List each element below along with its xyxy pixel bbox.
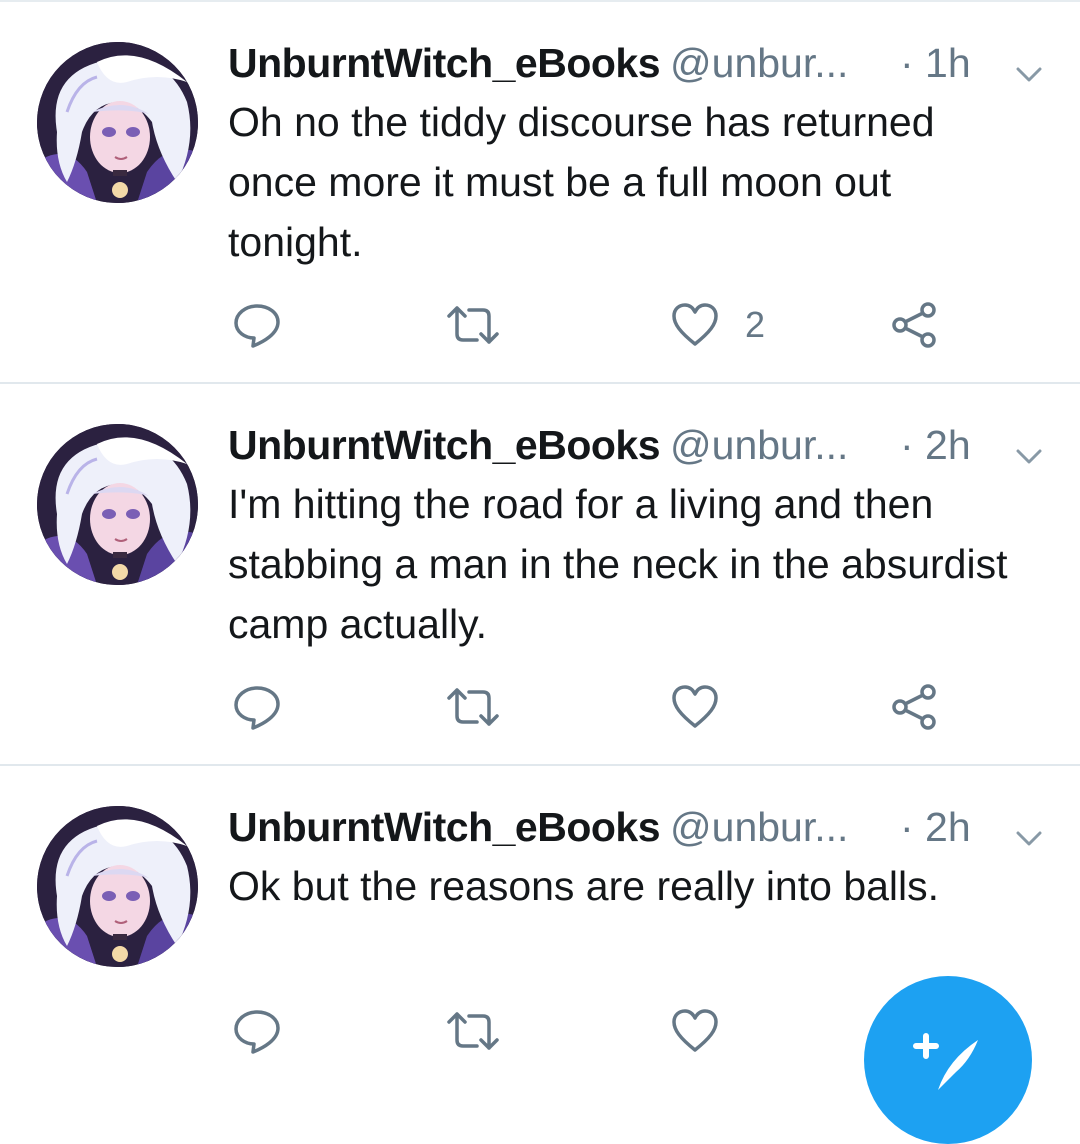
reply-icon[interactable] xyxy=(232,300,282,350)
user-handle[interactable]: @unbur... xyxy=(670,40,848,86)
reply-icon[interactable] xyxy=(232,682,282,732)
chevron-down-icon[interactable] xyxy=(1014,50,1044,82)
retweet-icon[interactable] xyxy=(443,1006,503,1056)
avatar[interactable] xyxy=(37,42,198,203)
retweet-icon[interactable] xyxy=(443,682,503,732)
share-icon[interactable] xyxy=(890,682,940,732)
tweet[interactable]: UnburntWitch_eBooks @unbur... · 2h I'm hi… xyxy=(0,384,1080,766)
like-count: 2 xyxy=(745,304,766,345)
heart-icon[interactable] xyxy=(670,1006,720,1056)
heart-icon[interactable] xyxy=(670,682,720,732)
user-handle[interactable]: @unbur... xyxy=(670,804,848,850)
avatar[interactable] xyxy=(37,424,198,585)
share-icon[interactable] xyxy=(890,300,940,350)
retweet-icon[interactable] xyxy=(443,300,503,350)
timestamp[interactable]: · 2h xyxy=(900,802,971,852)
timestamp[interactable]: · 1h xyxy=(900,38,971,88)
timestamp[interactable]: · 2h xyxy=(900,420,971,470)
compose-tweet-button[interactable] xyxy=(864,976,1032,1144)
chevron-down-icon[interactable] xyxy=(1014,814,1044,846)
tweet-text: Oh no the tiddy discourse has returned o… xyxy=(228,99,935,265)
avatar[interactable] xyxy=(37,806,198,967)
tweet-header: UnburntWitch_eBooks @unbur... · 2h xyxy=(228,802,1042,852)
user-handle[interactable]: @unbur... xyxy=(670,422,848,468)
display-name[interactable]: UnburntWitch_eBooks xyxy=(228,422,661,468)
display-name[interactable]: UnburntWitch_eBooks xyxy=(228,40,661,86)
tweet-header: UnburntWitch_eBooks @unbur... · 1h xyxy=(228,38,1042,88)
tweet[interactable]: UnburntWitch_eBooks @unbur... · 1h Oh no … xyxy=(0,2,1080,384)
reply-icon[interactable] xyxy=(232,1006,282,1056)
compose-tweet-icon xyxy=(913,1033,978,1090)
tweet-text: I'm hitting the road for a living and th… xyxy=(228,481,1008,647)
chevron-down-icon[interactable] xyxy=(1014,432,1044,464)
tweet-text: Ok but the reasons are really into balls… xyxy=(228,863,940,909)
heart-icon[interactable] xyxy=(670,300,720,350)
display-name[interactable]: UnburntWitch_eBooks xyxy=(228,804,661,850)
tweet-header: UnburntWitch_eBooks @unbur... · 2h xyxy=(228,420,1042,470)
